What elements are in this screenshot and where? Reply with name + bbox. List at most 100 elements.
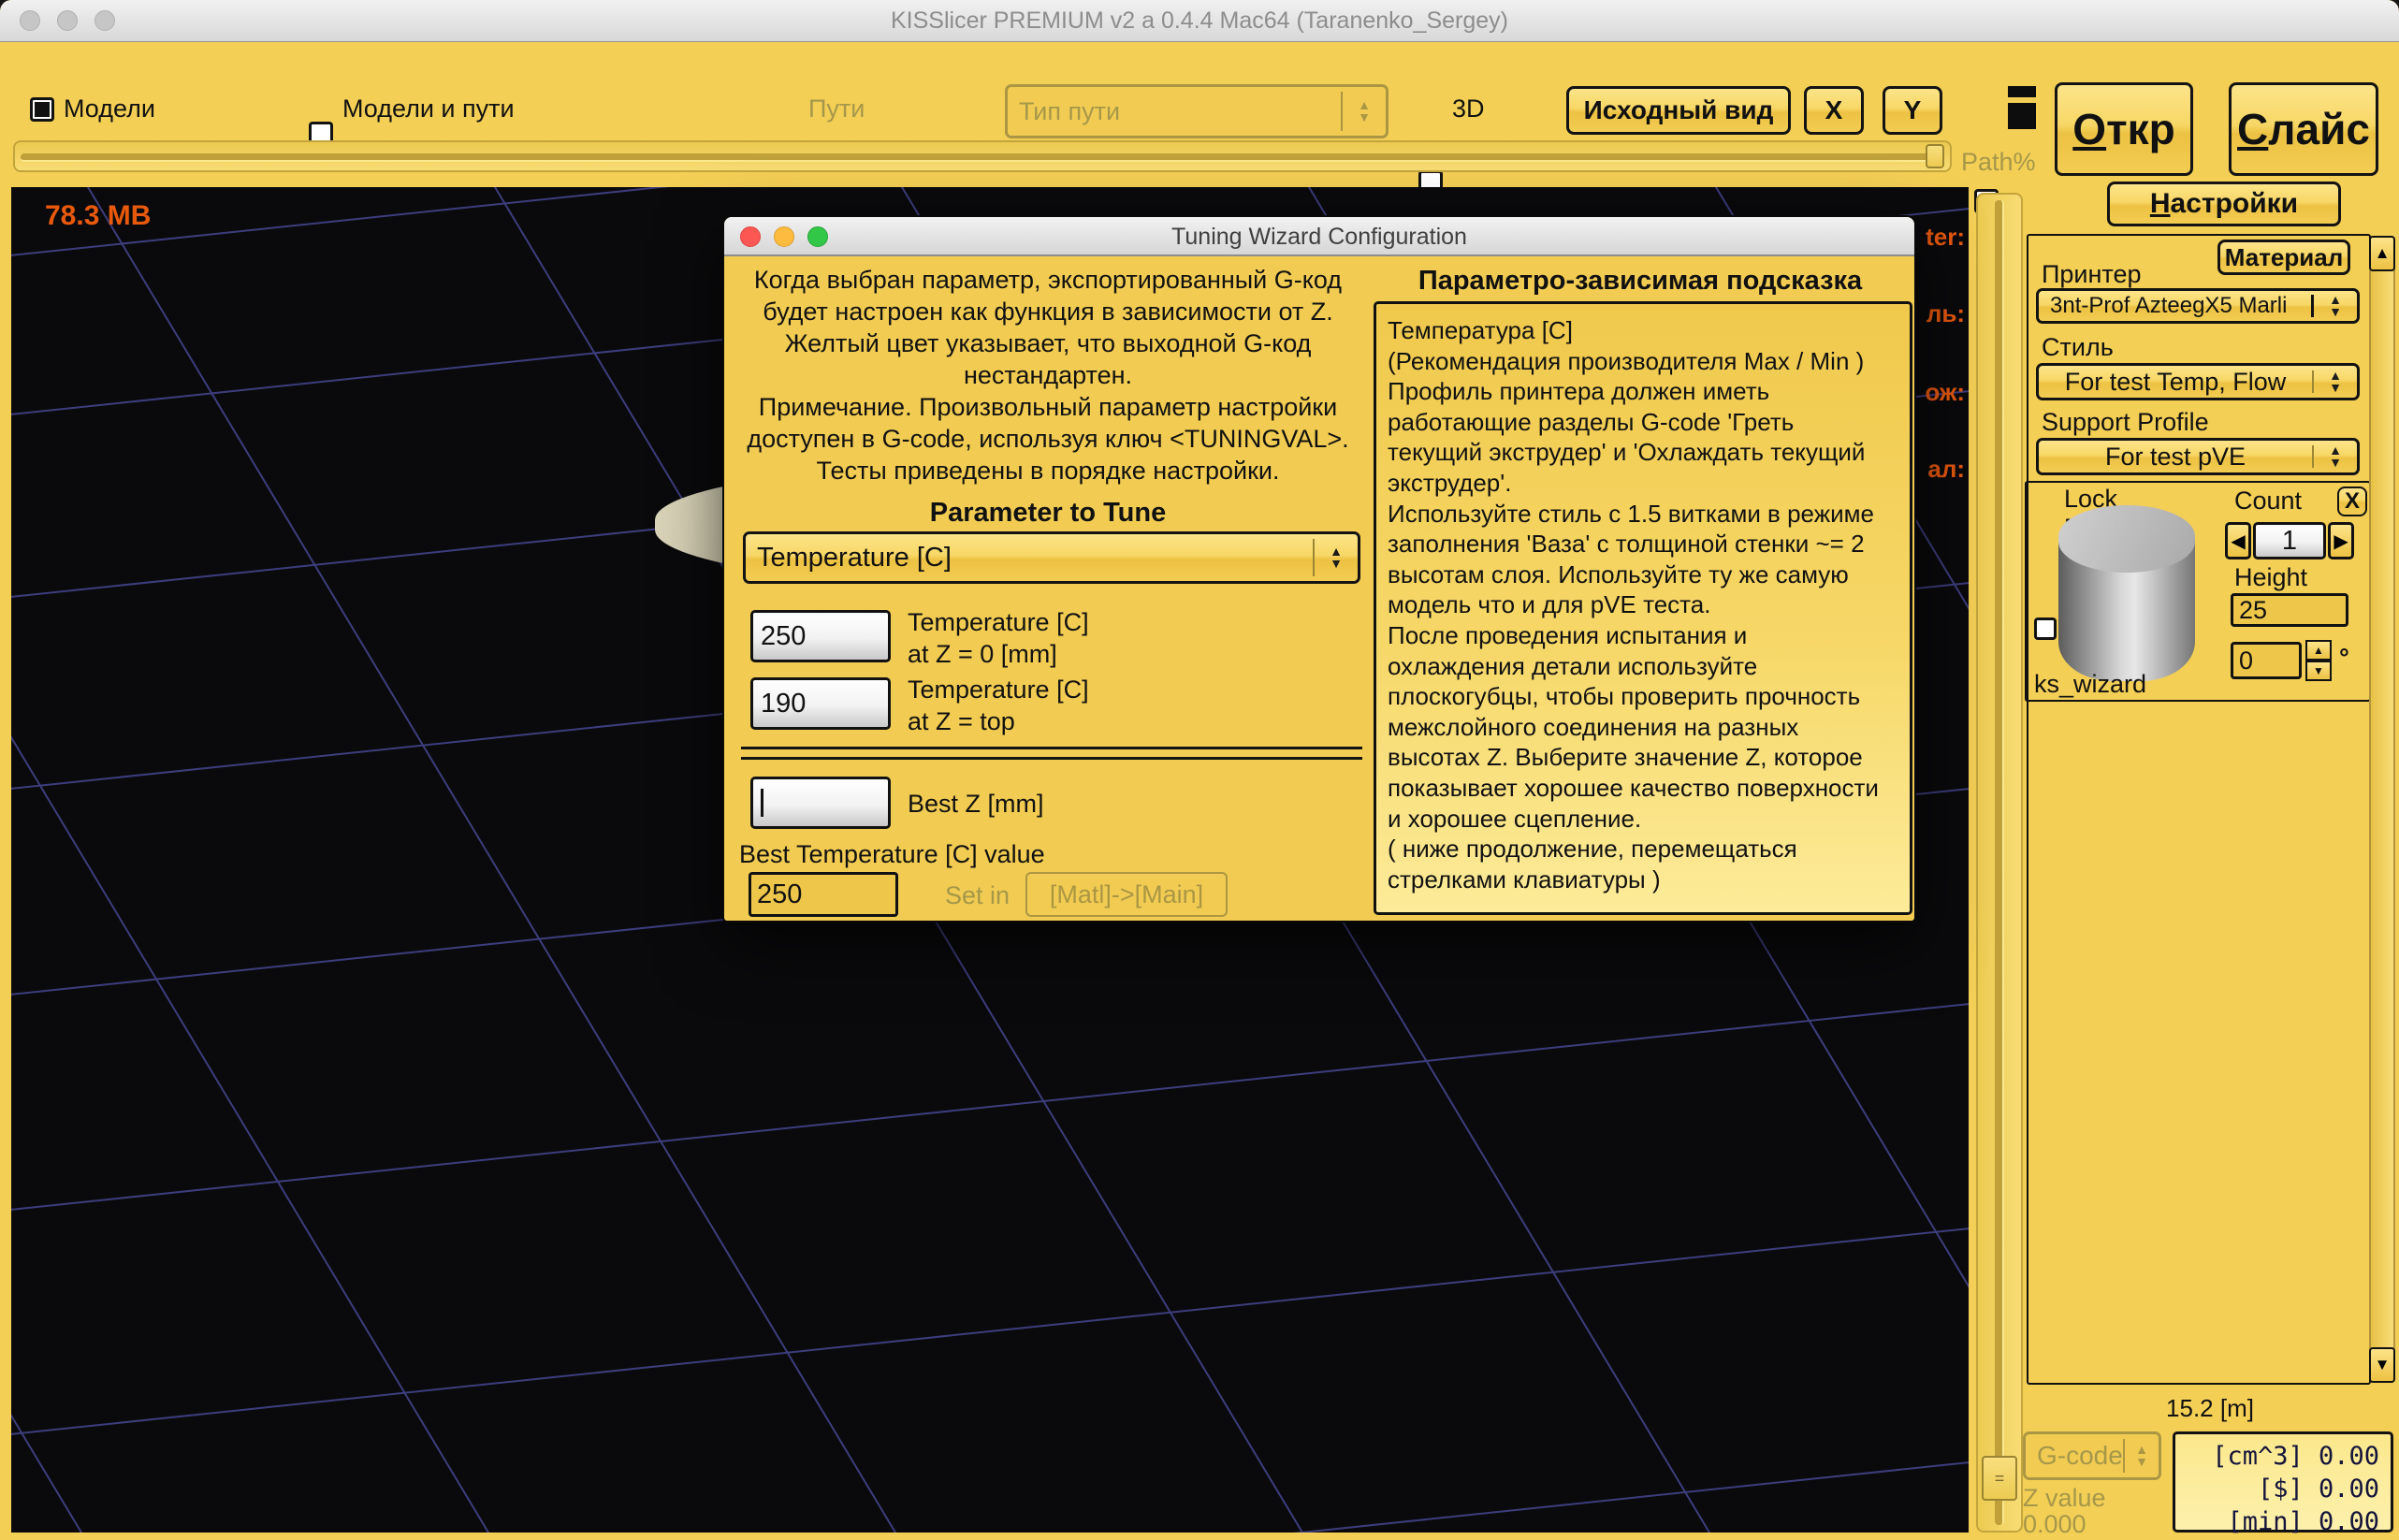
hint-text: Температура [C] (Рекомендация производит… xyxy=(1388,315,1904,894)
path-percent-slider[interactable] xyxy=(13,140,1952,172)
reset-view-button[interactable]: Исходный вид xyxy=(1566,86,1791,135)
text-cursor-icon xyxy=(761,789,763,817)
slider-groove xyxy=(21,153,1944,162)
spinner-down-icon[interactable]: ▼ xyxy=(2305,661,2332,681)
model-thumbnail-top xyxy=(2058,505,2195,573)
slice-button-initial: С xyxy=(2237,104,2268,154)
tuning-wizard-dialog: Tuning Wizard Configuration Когда выбран… xyxy=(722,215,1916,923)
slice-button[interactable]: Слайс xyxy=(2229,82,2378,176)
style-dropdown[interactable]: For test Temp, Flow ▲▼ xyxy=(2036,363,2360,400)
y-axis-button[interactable]: Y xyxy=(1883,86,1942,135)
arrow-right-icon: ▶ xyxy=(2334,530,2348,553)
scroll-down-button[interactable]: ▼ xyxy=(2369,1347,2395,1383)
print-stats-box: [cm^3] 0.00 [$] 0.00 [min] 0.00 xyxy=(2173,1431,2393,1533)
support-profile-dropdown[interactable]: For test pVE ▲▼ xyxy=(2036,438,2360,475)
z-slider[interactable] xyxy=(1976,193,2023,1533)
kisslicer-window: KISSlicer PREMIUM v2 a 0.4.4 Mac64 (Tara… xyxy=(0,0,2399,1540)
slider-groove xyxy=(1995,200,2004,1525)
height-label: Height xyxy=(2234,563,2307,592)
settings-button-rest: астройки xyxy=(2171,188,2299,220)
set-in-button: [Matl]->[Main] xyxy=(1025,872,1228,917)
3d-label: 3D xyxy=(1452,94,1485,123)
parameter-to-tune-header: Parameter to Tune xyxy=(730,498,1366,529)
open-button[interactable]: Откр xyxy=(2055,82,2193,176)
delete-model-button[interactable]: X xyxy=(2337,487,2367,516)
z-value: 0.000 xyxy=(2023,1510,2086,1539)
printer-label: Принтер xyxy=(2042,260,2142,289)
arrow-left-icon: ◀ xyxy=(2231,530,2245,553)
gcode-dropdown: G-code ▲▼ xyxy=(2023,1431,2161,1480)
memory-usage-label: 78.3 MB xyxy=(45,200,151,232)
support-profile-label: Support Profile xyxy=(2042,408,2209,437)
lock-paths-checkbox[interactable] xyxy=(2034,617,2057,640)
settings-button[interactable]: Настройки xyxy=(2107,182,2341,226)
best-value-field[interactable]: 250 xyxy=(749,872,898,917)
sidebar-scrollbar[interactable] xyxy=(2369,236,2395,1383)
temp-top-label: Temperature [C] at Z = top xyxy=(908,674,1089,737)
clipped-support-label: ож: xyxy=(1909,378,1965,407)
slice-button-rest: лайс xyxy=(2268,104,2370,154)
model-name-label: ks_wizard xyxy=(2034,670,2146,699)
window-title: KISSlicer PREMIUM v2 a 0.4.4 Mac64 (Tara… xyxy=(0,0,2399,41)
paths-label: Пути xyxy=(808,94,865,123)
count-field[interactable]: 1 xyxy=(2253,522,2326,559)
stepper-down-icon: ▼ xyxy=(2135,1456,2148,1468)
stepper-down-icon: ▼ xyxy=(1358,111,1371,123)
material-button[interactable]: Материал xyxy=(2217,240,2350,275)
printer-dropdown[interactable]: 3nt-Prof AzteegX5 Marli ▲▼ xyxy=(2036,288,2360,324)
set-in-label: Set in xyxy=(945,881,1010,910)
parameter-dropdown[interactable]: Temperature [C] ▲▼ xyxy=(743,531,1360,584)
best-z-field[interactable] xyxy=(750,777,891,829)
stepper-down-icon: ▼ xyxy=(2329,306,2342,318)
count-increment-button[interactable]: ▶ xyxy=(2328,522,2354,559)
count-label: Count xyxy=(2234,487,2302,516)
models-checkbox[interactable] xyxy=(30,97,54,122)
count-decrement-button[interactable]: ◀ xyxy=(2225,522,2251,559)
z-value-label: Z value xyxy=(2023,1484,2106,1513)
rotation-spinner[interactable]: ▲ ▼ xyxy=(2305,640,2332,681)
arrow-up-icon: ▲ xyxy=(2375,244,2391,263)
open-button-rest: ткр xyxy=(2106,104,2175,154)
path-percent-slider-thumb[interactable] xyxy=(1926,144,1944,168)
temp-z0-field[interactable]: 250 xyxy=(750,610,891,662)
window-titlebar: KISSlicer PREMIUM v2 a 0.4.4 Mac64 (Tara… xyxy=(0,0,2399,42)
models-label: Модели xyxy=(64,94,155,123)
filament-length-label: 15.2 [m] xyxy=(2135,1394,2285,1423)
degree-symbol: ° xyxy=(2339,644,2349,673)
spinner-up-icon[interactable]: ▲ xyxy=(2305,640,2332,661)
dialog-titlebar: Tuning Wizard Configuration xyxy=(724,217,1914,256)
z-slider-thumb[interactable]: = xyxy=(1982,1456,2017,1501)
settings-button-initial: Н xyxy=(2150,188,2171,220)
height-field[interactable]: 25 xyxy=(2231,593,2348,627)
clipped-style-label: ль: xyxy=(1909,299,1965,328)
models-and-paths-label: Модели и пути xyxy=(342,94,515,123)
path-percent-label: Path% xyxy=(1961,148,2036,177)
arrow-down-icon: ▼ xyxy=(2375,1356,2391,1374)
parameter-value: Temperature [C] xyxy=(746,543,1313,574)
path-type-dropdown: Тип пути ▲▼ xyxy=(1005,84,1389,138)
stepper-down-icon: ▼ xyxy=(2329,382,2342,394)
best-z-label: Best Z [mm] xyxy=(908,790,1044,819)
layers-icon xyxy=(2008,103,2036,129)
profiles-panel xyxy=(2027,234,2371,1385)
hint-panel: Температура [C] (Рекомендация производит… xyxy=(1374,301,1912,915)
scroll-up-button[interactable]: ▲ xyxy=(2369,236,2395,271)
x-axis-button[interactable]: X xyxy=(1804,86,1864,135)
path-type-placeholder: Тип пути xyxy=(1008,97,1341,126)
section-divider xyxy=(741,747,1362,760)
gcode-label: G-code xyxy=(2026,1441,2123,1471)
stepper-down-icon: ▼ xyxy=(2329,457,2342,469)
style-value: For test Temp, Flow xyxy=(2039,368,2312,397)
dialog-title: Tuning Wizard Configuration xyxy=(724,217,1914,256)
style-label: Стиль xyxy=(2042,333,2114,362)
temp-top-field[interactable]: 190 xyxy=(750,677,891,730)
stepper-down-icon: ▼ xyxy=(1330,558,1343,570)
layers-icon xyxy=(2008,86,2036,97)
support-profile-value: For test pVE xyxy=(2039,443,2312,472)
temp-z0-label: Temperature [C] at Z = 0 [mm] xyxy=(908,606,1089,670)
printer-value: 3nt-Prof AzteegX5 Marli xyxy=(2039,293,2311,319)
rotation-field[interactable]: 0 xyxy=(2231,642,2302,679)
clipped-material-label: ал: xyxy=(1909,455,1965,484)
hint-header: Параметро-зависимая подсказка xyxy=(1368,266,1912,297)
dialog-intro-text: Когда выбран параметр, экспортированный … xyxy=(730,264,1366,487)
